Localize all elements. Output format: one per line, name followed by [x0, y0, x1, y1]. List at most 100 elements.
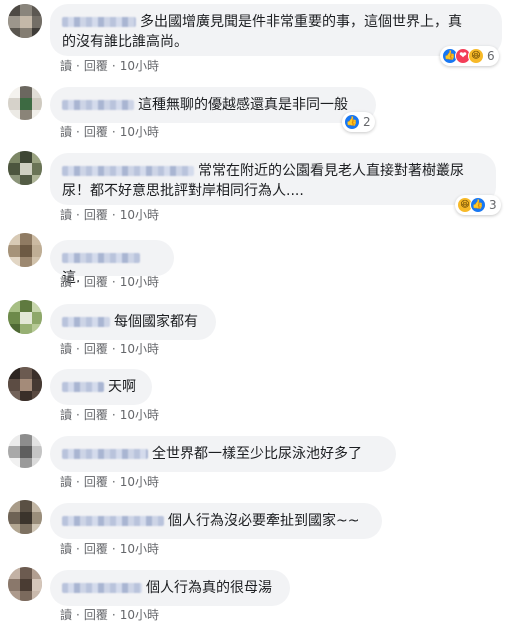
separator: ·	[111, 607, 116, 622]
commenter-name[interactable]	[62, 17, 136, 27]
separator: ·	[76, 474, 80, 489]
comment-actions: 讀 · 回覆 · 10小時	[60, 57, 159, 74]
reply-link[interactable]: 回覆	[84, 473, 108, 490]
reply-link[interactable]: 回覆	[84, 273, 108, 290]
comment-text: 天啊	[108, 379, 136, 395]
comment-bubble: 全世界都一樣至少比尿泳池好多了	[50, 436, 396, 472]
separator: ·	[76, 341, 80, 356]
comment-text: 這種無聊的優越感還真是非同一般	[138, 97, 348, 113]
commenter-name[interactable]	[62, 166, 194, 176]
thumbs-up-icon: 👍	[470, 197, 486, 213]
comment-text: 個人行為真的很母湯	[146, 580, 272, 596]
read-link[interactable]: 讀	[60, 606, 72, 623]
timestamp[interactable]: 10小時	[120, 57, 159, 74]
comment-actions: 讀 · 回覆 · 10小時	[60, 406, 159, 423]
comment-text: 全世界都一樣至少比尿泳池好多了	[152, 446, 362, 462]
read-link[interactable]: 讀	[60, 57, 72, 74]
avatar[interactable]	[8, 233, 42, 267]
avatar[interactable]	[8, 151, 42, 185]
avatar[interactable]	[8, 4, 42, 38]
timestamp[interactable]: 10小時	[120, 606, 159, 623]
separator: ·	[111, 341, 116, 356]
comment-text: 多出國增廣見聞是件非常重要的事，這個世界上，真	[140, 14, 462, 30]
separator: ·	[111, 207, 116, 222]
timestamp[interactable]: 10小時	[120, 473, 159, 490]
reply-link[interactable]: 回覆	[84, 406, 108, 423]
avatar[interactable]	[8, 86, 42, 120]
read-link[interactable]: 讀	[60, 406, 72, 423]
avatar[interactable]	[8, 300, 42, 334]
separator: ·	[111, 124, 116, 139]
comment-actions: 讀 · 回覆 · 10小時	[60, 273, 159, 290]
comment-bubble: 這種無聊的優越感還真是非同一般	[50, 87, 376, 123]
timestamp[interactable]: 10小時	[120, 123, 159, 140]
separator: ·	[111, 474, 116, 489]
reaction-summary[interactable]: 👍 2	[342, 112, 375, 132]
reaction-summary[interactable]: 😆 👍 3	[455, 195, 501, 215]
separator: ·	[111, 407, 116, 422]
separator: ·	[111, 58, 116, 73]
separator: ·	[76, 407, 80, 422]
separator: ·	[111, 274, 116, 289]
comment-bubble: 多出國增廣見聞是件非常重要的事，這個世界上，真 的沒有誰比誰高尚。	[50, 4, 502, 56]
timestamp[interactable]: 10小時	[120, 406, 159, 423]
commenter-name[interactable]	[62, 253, 140, 263]
timestamp[interactable]: 10小時	[120, 540, 159, 557]
separator: ·	[76, 58, 80, 73]
comment-actions: 讀 · 回覆 · 10小時	[60, 123, 159, 140]
avatar[interactable]	[8, 500, 42, 534]
reply-link[interactable]: 回覆	[84, 57, 108, 74]
reaction-count: 3	[489, 198, 497, 212]
comment-actions: 讀 · 回覆 · 10小時	[60, 540, 159, 557]
reply-link[interactable]: 回覆	[84, 340, 108, 357]
read-link[interactable]: 讀	[60, 273, 72, 290]
commenter-name[interactable]	[62, 382, 104, 392]
avatar[interactable]	[8, 567, 42, 601]
read-link[interactable]: 讀	[60, 206, 72, 223]
separator: ·	[76, 124, 80, 139]
commenter-name[interactable]	[62, 449, 148, 459]
separator: ·	[111, 541, 116, 556]
timestamp[interactable]: 10小時	[120, 340, 159, 357]
reply-link[interactable]: 回覆	[84, 540, 108, 557]
comment-text: 個人行為沒必要牽扯到國家~~	[168, 513, 360, 529]
reply-link[interactable]: 回覆	[84, 606, 108, 623]
avatar[interactable]	[8, 434, 42, 468]
comment-bubble: 個人行為真的很母湯	[50, 570, 290, 606]
timestamp[interactable]: 10小時	[120, 273, 159, 290]
separator: ·	[76, 541, 80, 556]
comment-text: 每個國家都有	[114, 314, 198, 330]
reaction-count: 6	[487, 49, 495, 63]
read-link[interactable]: 讀	[60, 123, 72, 140]
reply-link[interactable]: 回覆	[84, 206, 108, 223]
separator: ·	[76, 274, 80, 289]
comment-bubble: 個人行為沒必要牽扯到國家~~	[50, 503, 382, 539]
comment-actions: 讀 · 回覆 · 10小時	[60, 473, 159, 490]
commenter-name[interactable]	[62, 317, 110, 327]
timestamp[interactable]: 10小時	[120, 206, 159, 223]
comment-text: 的沒有誰比誰高尚。	[62, 34, 188, 50]
comment-actions: 讀 · 回覆 · 10小時	[60, 340, 159, 357]
read-link[interactable]: 讀	[60, 473, 72, 490]
comment-actions: 讀 · 回覆 · 10小時	[60, 206, 159, 223]
comment-bubble: 這.	[50, 240, 174, 286]
comment-bubble: 天啊	[50, 369, 152, 405]
thumbs-up-icon: 👍	[344, 114, 360, 130]
reply-link[interactable]: 回覆	[84, 123, 108, 140]
separator: ·	[76, 607, 80, 622]
comment-bubble: 每個國家都有	[50, 304, 216, 340]
commenter-name[interactable]	[62, 583, 142, 593]
commenter-name[interactable]	[62, 100, 134, 110]
comment-actions: 讀 · 回覆 · 10小時	[60, 606, 159, 623]
read-link[interactable]: 讀	[60, 340, 72, 357]
laughing-face-icon: 😆	[468, 48, 484, 64]
reaction-count: 2	[363, 115, 371, 129]
comment-bubble: 常常在附近的公園看見老人直接對著樹叢尿 尿！都不好意思批評對岸相同行為人....	[50, 153, 496, 205]
separator: ·	[76, 207, 80, 222]
commenter-name[interactable]	[62, 516, 164, 526]
comment-text: 尿！都不好意思批評對岸相同行為人....	[62, 183, 304, 199]
reaction-summary[interactable]: 👍 ❤ 😆 6	[440, 46, 499, 66]
avatar[interactable]	[8, 367, 42, 401]
comment-text: 常常在附近的公園看見老人直接對著樹叢尿	[198, 163, 464, 179]
read-link[interactable]: 讀	[60, 540, 72, 557]
